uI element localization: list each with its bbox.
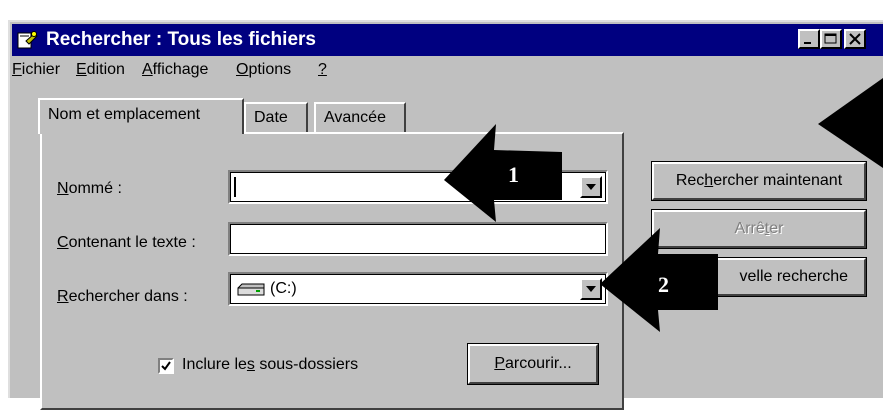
include-subfolders-label[interactable]: Inclure les sous-dossiers xyxy=(182,356,358,374)
contains-label: Contenant le texte : xyxy=(57,234,196,251)
include-subfolders-checkbox[interactable] xyxy=(158,358,174,374)
callout-arrow-2: 2 xyxy=(600,228,718,332)
look-in-combobox[interactable]: (C:) xyxy=(228,272,608,306)
maximize-icon xyxy=(824,33,837,44)
menu-fichier[interactable]: Fichier xyxy=(12,61,60,79)
hard-drive-icon xyxy=(237,283,265,296)
look-in-label: Rechercher dans : xyxy=(57,288,188,305)
minimize-button[interactable] xyxy=(798,29,820,49)
contains-text-input[interactable] xyxy=(228,222,608,256)
callout-number-2: 2 xyxy=(658,272,669,297)
maximize-button[interactable] xyxy=(820,29,842,49)
callout-arrow-1: 1 xyxy=(444,124,562,222)
menu-help[interactable]: ? xyxy=(318,61,327,79)
tab-date[interactable]: Date xyxy=(244,102,308,132)
chevron-down-icon xyxy=(586,286,596,292)
menu-bar: Fichier Edition Affichage Options ? xyxy=(12,58,883,84)
tab-advanced[interactable]: Avancée xyxy=(314,102,406,132)
menu-edition[interactable]: Edition xyxy=(76,61,125,79)
look-in-value: (C:) xyxy=(270,280,297,297)
close-button[interactable] xyxy=(844,29,866,49)
named-label: Nommé : xyxy=(57,180,122,197)
checkmark-icon xyxy=(161,361,171,371)
named-dropdown-button[interactable] xyxy=(580,176,602,198)
tab-name-location[interactable]: Nom et emplacement xyxy=(38,98,244,134)
search-flashlight-icon xyxy=(17,31,38,49)
text-caret xyxy=(234,177,236,197)
menu-options[interactable]: Options xyxy=(236,61,291,79)
menu-affichage[interactable]: Affichage xyxy=(142,61,208,79)
close-icon xyxy=(849,33,861,45)
callout-arrow-3 xyxy=(818,78,883,168)
title-bar[interactable]: Rechercher : Tous les fichiers xyxy=(12,24,883,56)
browse-button[interactable]: Parcourir... xyxy=(467,343,599,385)
chevron-down-icon xyxy=(586,184,596,190)
minimize-icon xyxy=(804,42,811,44)
callout-number-1: 1 xyxy=(508,162,519,187)
window-title: Rechercher : Tous les fichiers xyxy=(46,29,316,50)
